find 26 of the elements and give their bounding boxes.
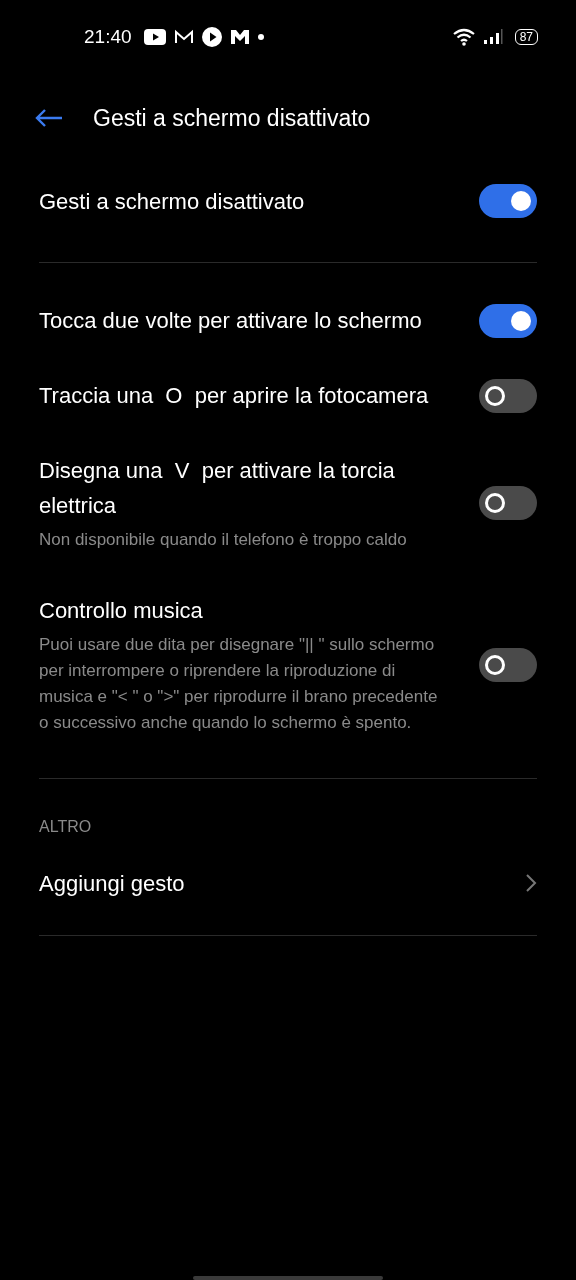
signal-icon [482, 29, 503, 45]
setting-label: Gesti a schermo disattivato [39, 187, 305, 216]
setting-description: Puoi usare due dita per disegnare "|| " sullo schermo per interrompere o riprendere la riproduzione di musica e "< " o ">" per riprodurre il brano precedente o successivo anche quando lo schermo è spento. [39, 634, 439, 734]
battery-indicator: 87 [514, 29, 538, 45]
app-icon [229, 29, 250, 45]
setting-label: Tocca due volte per attivare lo schermo [39, 307, 422, 335]
toggle-switch[interactable] [479, 647, 537, 682]
play-icon [201, 27, 222, 47]
toggle-switch[interactable] [479, 486, 537, 520]
section-heading: ALTRO [39, 817, 93, 837]
setting-label: Traccia una O per aprire la fotocamera [39, 382, 429, 410]
toggle-switch[interactable] [479, 378, 537, 413]
setting-label: Disegna una V per attivare la torcia elettrica [39, 457, 396, 520]
wifi-icon [452, 28, 475, 46]
page-title: Gesti a schermo disattivato [93, 103, 371, 133]
video-icon [143, 29, 166, 45]
setting-description: Non disponibile quando il telefono è troppo caldo [39, 529, 408, 551]
chevron-right-icon [525, 873, 537, 893]
mail-icon [173, 29, 194, 45]
dot-icon [257, 34, 264, 40]
toggle-switch[interactable] [479, 303, 537, 338]
back-arrow-icon[interactable] [34, 108, 64, 128]
status-time: 21:40 [84, 24, 132, 49]
list-item[interactable]: Aggiungi gesto [39, 839, 537, 927]
toggle-switch[interactable] [479, 184, 537, 218]
setting-label: Controllo musica [39, 597, 204, 625]
